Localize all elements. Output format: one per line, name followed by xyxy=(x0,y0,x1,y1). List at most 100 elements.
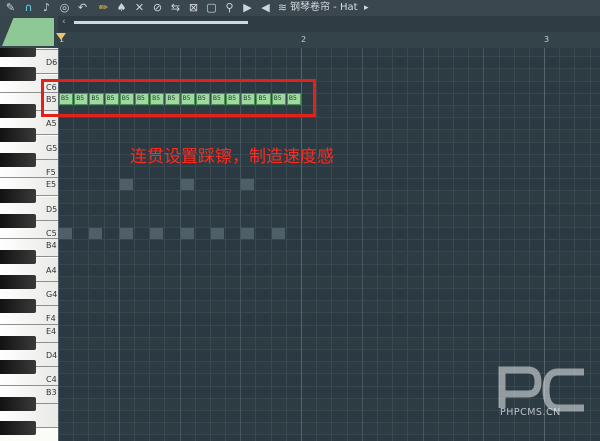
step-line xyxy=(437,48,439,441)
black-key[interactable] xyxy=(0,104,36,118)
ghost-note xyxy=(89,227,103,239)
ghost-note xyxy=(150,227,164,239)
slip-icon[interactable]: ⇆ xyxy=(169,1,182,14)
step-line xyxy=(346,48,348,441)
paint-brush-icon[interactable]: ♠ xyxy=(115,1,128,14)
step-line xyxy=(407,48,409,441)
ruler-bar-3: 3 xyxy=(544,35,550,44)
timeline-ruler[interactable] xyxy=(58,32,600,49)
key-label-f5: F5 xyxy=(46,168,56,177)
ghost-note xyxy=(210,227,224,239)
black-key[interactable] xyxy=(0,360,36,375)
scrollbar-thumb[interactable] xyxy=(74,21,248,24)
delete-icon[interactable]: ✕ xyxy=(133,1,146,14)
black-key[interactable] xyxy=(0,189,36,204)
grid-row-sharp xyxy=(58,336,600,349)
grid-row-line xyxy=(58,202,600,204)
black-key[interactable] xyxy=(0,396,36,411)
black-key[interactable] xyxy=(0,128,36,143)
highlight-box xyxy=(41,79,316,117)
step-line xyxy=(452,48,454,441)
black-key[interactable] xyxy=(0,250,36,265)
key-label-d4: D4 xyxy=(46,351,58,360)
waveform-icon[interactable]: ≋ xyxy=(276,1,289,14)
key-label-b4: B4 xyxy=(46,241,57,251)
key-label-e5: E5 xyxy=(46,180,57,190)
mute-icon[interactable]: ⊘ xyxy=(151,1,164,14)
grid-row-line xyxy=(58,312,600,314)
grid-row-sharp xyxy=(58,275,600,288)
wrench-icon[interactable]: ✎ xyxy=(4,1,17,14)
black-key[interactable] xyxy=(0,67,36,82)
select-box-icon[interactable]: ▢ xyxy=(205,1,218,14)
step-line xyxy=(376,48,378,441)
phpcms-logo xyxy=(498,366,584,412)
magnet-icon[interactable]: ∩ xyxy=(22,1,35,14)
grid-row-line xyxy=(58,178,600,180)
grid-row-line xyxy=(58,263,600,265)
grid-row-line xyxy=(58,300,600,302)
undo-icon[interactable]: ↶ xyxy=(76,1,89,14)
key-label-c5: C5 xyxy=(46,229,57,238)
grid-row-line xyxy=(58,129,600,131)
step-line xyxy=(316,48,318,441)
grid-row-line xyxy=(58,251,600,253)
black-key[interactable] xyxy=(0,421,36,436)
key-label-e4: E4 xyxy=(46,326,57,336)
grid-row-line xyxy=(58,239,600,241)
zoom-icon[interactable]: ⚲ xyxy=(223,1,236,14)
grid-row-sharp xyxy=(58,48,600,57)
grid-row-line xyxy=(58,68,600,70)
watermark-caption: PHPCMS.CN xyxy=(500,407,561,418)
key-label-g5: G5 xyxy=(46,143,58,153)
grid-row-line xyxy=(58,336,600,338)
step-line xyxy=(483,48,485,441)
grid-row-line xyxy=(58,214,600,216)
pencil-icon[interactable]: ✏ xyxy=(97,1,110,14)
ghost-note xyxy=(119,227,133,239)
ghost-note xyxy=(241,178,255,190)
key-label-c4: C4 xyxy=(46,375,57,385)
playhead-marker[interactable] xyxy=(56,33,66,40)
record-icon[interactable]: ◎ xyxy=(58,1,71,14)
window-title: 钢琴卷帘 - Hat xyxy=(290,2,358,13)
annotation-text: 连贯设置踩镲，制造速度感 xyxy=(130,147,334,167)
step-line xyxy=(331,48,333,441)
black-key[interactable] xyxy=(0,299,36,314)
horizontal-scrollbar[interactable] xyxy=(58,16,600,32)
step-line xyxy=(468,48,470,441)
ghost-note xyxy=(119,178,133,190)
ghost-note xyxy=(241,227,255,239)
ghost-note xyxy=(180,178,194,190)
playback-icon[interactable]: ▶ xyxy=(241,1,254,14)
grid-row-line xyxy=(58,275,600,277)
grid-row-sharp xyxy=(58,251,600,264)
scroll-left-icon[interactable]: ‹ xyxy=(62,17,66,27)
key-label-a5: A5 xyxy=(46,119,57,129)
grid-row-line xyxy=(58,56,600,58)
black-key[interactable] xyxy=(0,335,36,350)
key-label-g4: G4 xyxy=(46,290,58,299)
key-label-f4: F4 xyxy=(46,314,56,324)
select-icon[interactable]: ⊠ xyxy=(187,1,200,14)
speaker-icon[interactable]: ◀ xyxy=(259,1,272,14)
black-key[interactable] xyxy=(0,213,36,228)
black-key[interactable] xyxy=(0,274,36,289)
ruler-bar-2: 2 xyxy=(301,35,307,44)
grid-row-sharp xyxy=(58,129,600,142)
step-line xyxy=(422,48,424,441)
grid-row-line xyxy=(58,227,600,228)
black-key[interactable] xyxy=(0,152,36,167)
key-label-b3: B3 xyxy=(46,387,57,397)
ghost-note xyxy=(59,227,72,239)
grid-row-line xyxy=(58,288,600,289)
grid-row-line xyxy=(58,190,600,192)
title-arrow-icon[interactable]: ▸ xyxy=(364,0,369,16)
grid-row-sharp xyxy=(58,300,600,313)
black-key[interactable] xyxy=(0,48,36,57)
step-line xyxy=(361,48,363,441)
key-label-d6: D6 xyxy=(46,58,58,68)
grid-row-sharp xyxy=(58,214,600,227)
key-label-d5: D5 xyxy=(46,204,58,214)
note-icon[interactable]: ♪ xyxy=(40,1,53,14)
